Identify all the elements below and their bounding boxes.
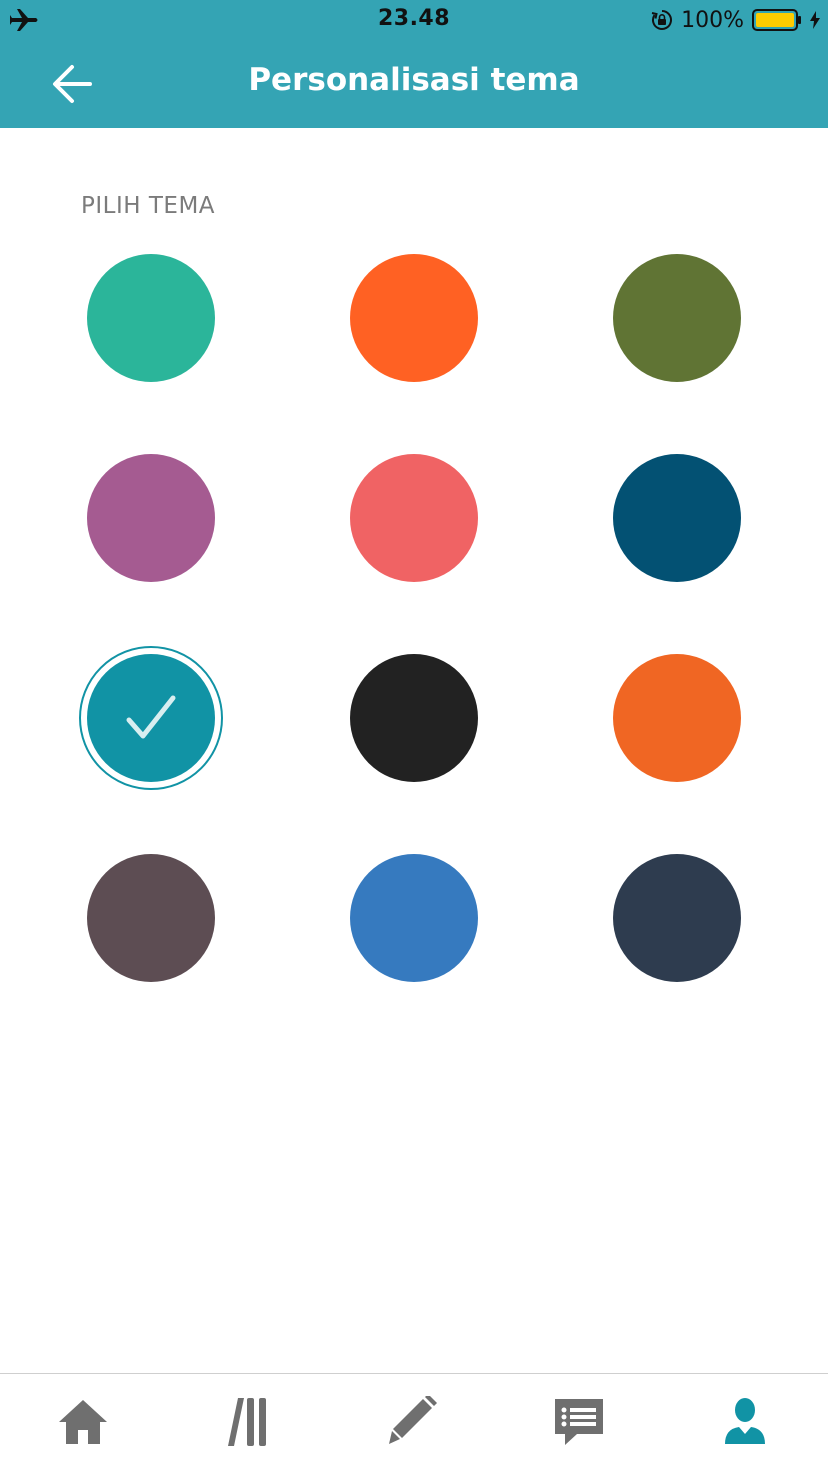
tab-home[interactable]: [48, 1392, 118, 1452]
checkmark-icon: [126, 695, 176, 739]
bottom-tab-bar: [0, 1373, 828, 1472]
home-icon: [59, 1400, 107, 1444]
theme-swatch[interactable]: [613, 854, 741, 982]
profile-icon: [725, 1398, 765, 1444]
theme-swatch[interactable]: [87, 454, 215, 582]
library-icon: [228, 1398, 266, 1446]
theme-swatch[interactable]: [79, 646, 223, 790]
theme-swatch[interactable]: [613, 654, 741, 782]
theme-swatch[interactable]: [613, 254, 741, 382]
tab-profile[interactable]: [710, 1392, 780, 1452]
tab-write[interactable]: [378, 1392, 448, 1452]
theme-swatch[interactable]: [613, 454, 741, 582]
pencil-icon: [389, 1396, 437, 1444]
theme-swatch[interactable]: [350, 654, 478, 782]
theme-swatch[interactable]: [350, 854, 478, 982]
message-list-icon: [555, 1399, 603, 1445]
theme-swatch[interactable]: [87, 254, 215, 382]
theme-swatch[interactable]: [87, 854, 215, 982]
theme-swatch[interactable]: [350, 454, 478, 582]
tab-library[interactable]: [214, 1392, 284, 1452]
theme-swatch[interactable]: [350, 254, 478, 382]
theme-swatch-grid: [0, 0, 828, 1000]
tab-messages[interactable]: [544, 1392, 614, 1452]
